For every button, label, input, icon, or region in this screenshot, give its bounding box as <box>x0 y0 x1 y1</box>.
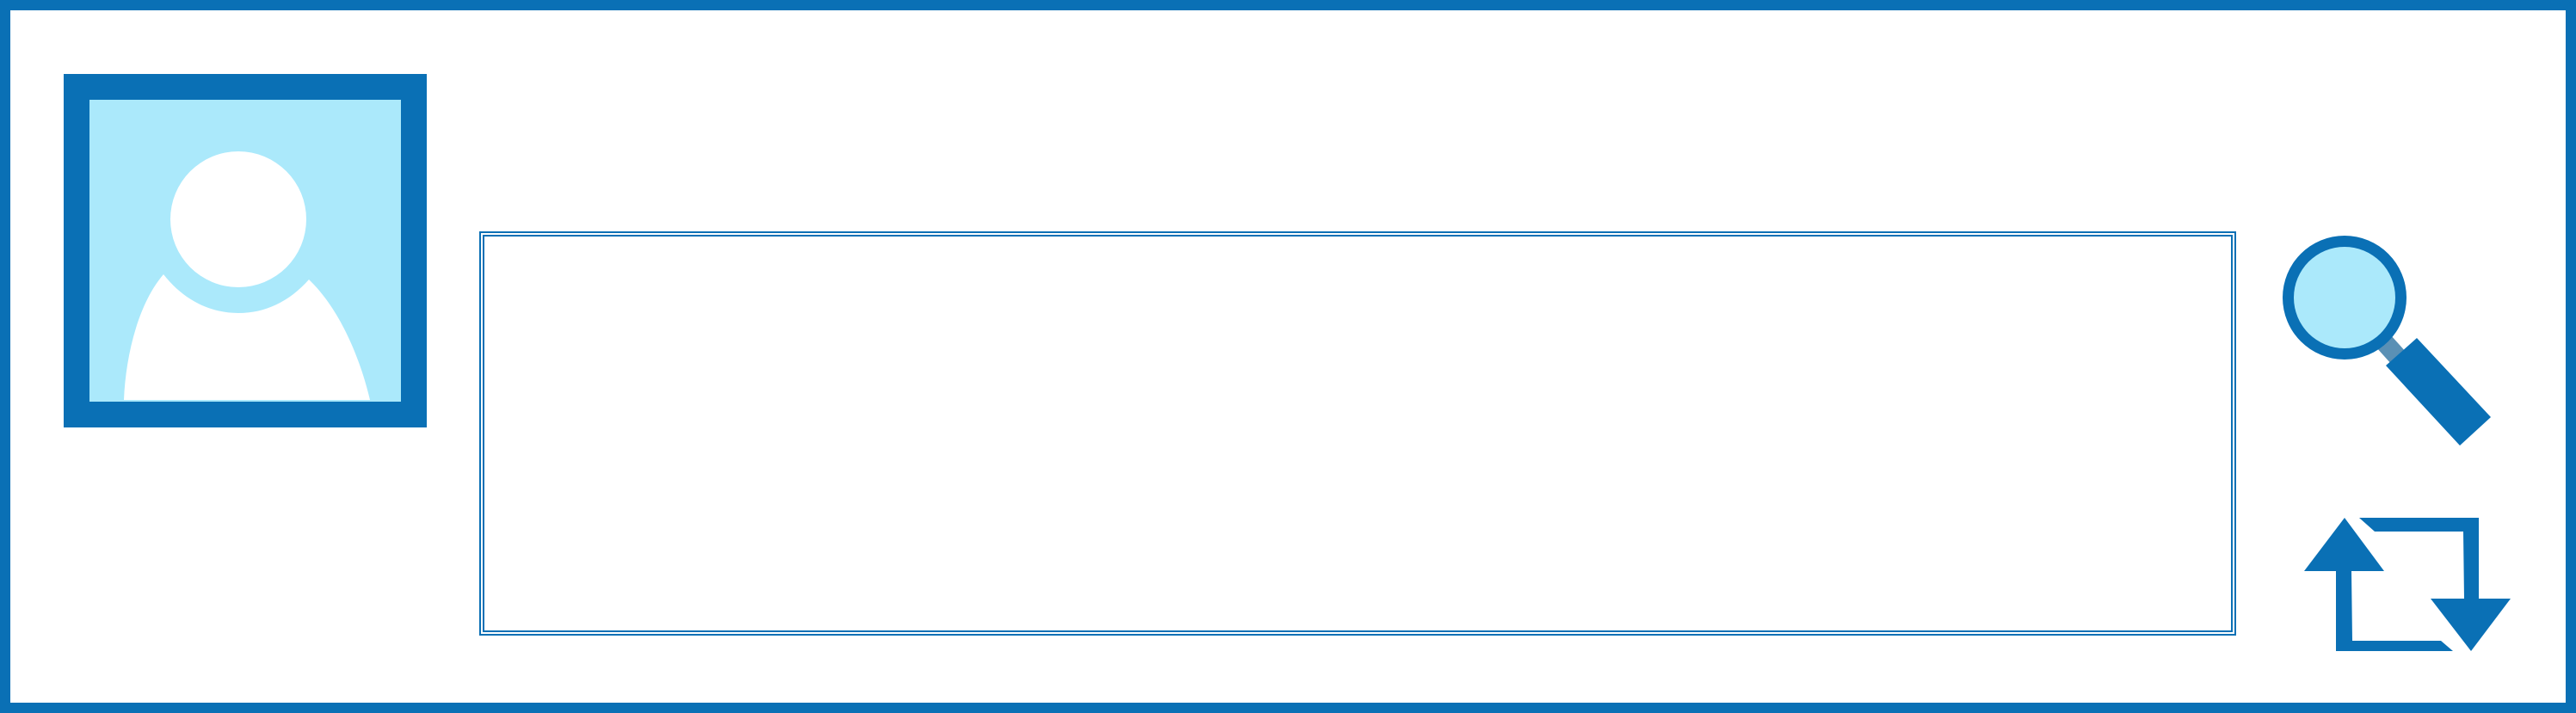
app-frame <box>0 0 2576 713</box>
user-silhouette-icon <box>89 100 401 402</box>
search-button[interactable] <box>2275 227 2507 464</box>
refresh-button[interactable] <box>2297 518 2519 661</box>
search-icon <box>2283 236 2491 446</box>
avatar <box>64 74 427 427</box>
refresh-icon <box>2304 518 2511 651</box>
text-input-area[interactable] <box>479 231 2236 636</box>
